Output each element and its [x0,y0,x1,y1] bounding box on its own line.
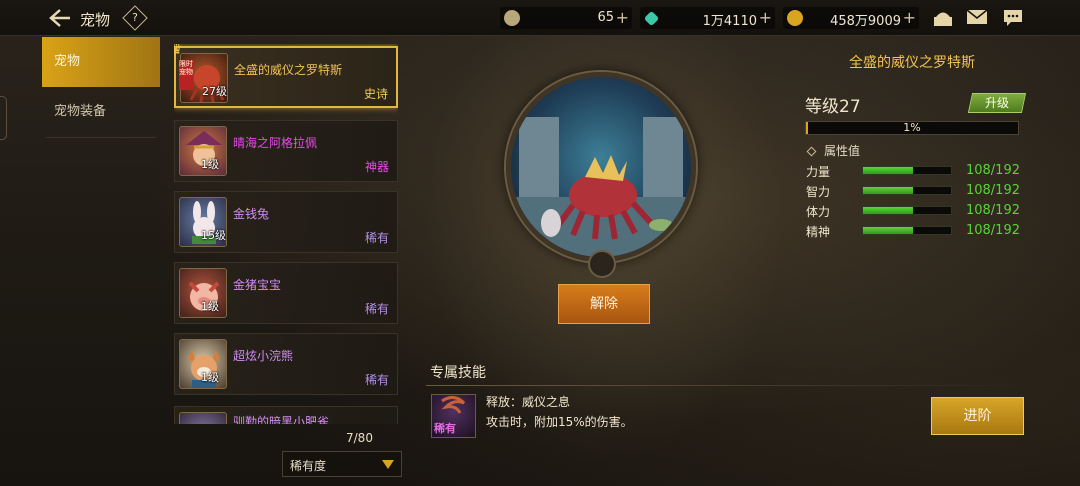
sort-dropdown[interactable]: 稀有度 [282,451,402,477]
attribute-value: 108/192 [965,163,1020,178]
pet-card[interactable]: 1级 晴海之阿格拉佩 神器 [174,120,398,182]
back-arrow-icon[interactable] [48,8,72,28]
resource-value: 65 [597,10,614,25]
pet-rarity: 稀有 [364,231,389,245]
add-coin-button[interactable]: + [903,8,916,27]
attribute-bar [862,226,952,235]
shop-icon[interactable] [932,8,954,28]
pet-card[interactable]: 1级 超炫小浣熊 稀有 [174,333,398,395]
pet-portrait [506,72,696,262]
gem-icon [643,10,660,27]
pet-rarity: 神器 [364,160,389,174]
attribute-bar [862,186,952,195]
resource-gold-coin: 65 + [500,7,632,29]
attribute-name: 智力 [806,185,831,199]
divider [426,385,1026,386]
resource-coin: 458万9009 + [783,7,919,29]
upgrade-button[interactable]: 升级 [967,93,1027,113]
add-gold-button[interactable]: + [616,8,629,27]
pet-list[interactable]: 限时宠物 27级 全盛的威仪之罗特斯 史诗 ♛ 1级 晴海之阿格拉佩 神器 15… [174,44,398,424]
attribute-fill [863,227,913,234]
pet-card[interactable]: 15级 金钱兔 稀有 [174,191,398,253]
skill-section-title: 专属技能 [430,365,486,381]
attribute-value: 108/192 [965,223,1020,238]
sort-label: 稀有度 [290,459,327,473]
attribute-name: 力量 [806,165,831,179]
emblem-icon [588,250,616,278]
limited-tag: 限时宠物 [179,60,193,90]
pet-name: 全盛的威仪之罗特斯 [234,63,343,77]
advance-button[interactable]: 进阶 [931,397,1024,435]
pet-rarity: 稀有 [364,302,389,316]
help-icon[interactable]: ? [122,5,148,31]
pet-name: 驯勤的暗黑小肥雀 [233,415,330,424]
release-button[interactable]: 解除 [558,284,650,324]
tab-divider [46,137,156,138]
pet-card[interactable]: 驯勤的暗黑小肥雀 [174,406,398,424]
side-drawer-handle[interactable] [0,96,7,140]
mail-icon[interactable] [966,8,988,28]
exp-text: 1% [903,121,921,134]
add-gem-button[interactable]: + [759,8,772,27]
tab-strip: 宠物 宠物装备 [42,37,160,138]
skill-description: 攻击时，附加15%的伤害。 [486,415,633,429]
selected-pet-name: 全盛的威仪之罗特斯 [849,55,975,71]
pet-level: 15级 [201,229,226,242]
pet-level-text: 等级27 [805,97,861,117]
pet-name: 金钱兔 [233,207,270,221]
resource-value: 1万4110 [702,14,757,29]
pet-name: 晴海之阿格拉佩 [233,136,318,150]
attribute-value: 108/192 [965,183,1020,198]
attribute-value: 108/192 [965,203,1020,218]
attribute-row: 智力 108/192 [806,182,1020,200]
attribute-row: 精神 108/192 [806,222,1020,240]
gold-coin-icon [504,10,520,26]
skill-name: 释放：威仪之息 [486,395,571,409]
attribute-bar [862,206,952,215]
resource-gem: 1万4110 + [640,7,775,29]
pet-rarity: 史诗 [363,87,388,101]
attribute-row: 力量 108/192 [806,162,1020,180]
pet-name: 金猪宝宝 [233,278,282,292]
tab-pet[interactable]: 宠物 [42,37,160,87]
skill-rarity-tag: 稀有 [434,422,456,435]
pet-name: 超炫小浣熊 [233,349,294,363]
attribute-name: 体力 [806,205,831,219]
pet-thumbnail [179,412,227,424]
attribute-fill [863,207,913,214]
attributes-header: 属性值 [806,142,860,159]
chat-icon[interactable] [1002,8,1024,28]
coin-icon [787,10,803,26]
attribute-row: 体力 108/192 [806,202,1020,220]
chevron-down-icon [382,460,394,469]
pet-level: 1级 [201,371,219,384]
pet-card-selected[interactable]: 限时宠物 27级 全盛的威仪之罗特斯 史诗 ♛ [174,44,398,108]
attribute-bar [862,166,952,175]
page-title: 宠物 [80,11,111,29]
pet-level: 1级 [201,158,219,171]
attribute-fill [863,167,913,174]
pet-count: 7/80 [346,431,373,445]
tab-pet-equipment[interactable]: 宠物装备 [42,87,160,137]
exp-progress-bar: 1% [805,121,1019,135]
top-bar: 宠物 ? 65 + 1万4110 + 458万9009 + [0,0,1080,36]
pet-level: 1级 [201,300,219,313]
pet-card[interactable]: 1级 金猪宝宝 稀有 [174,262,398,324]
pet-level: 27级 [202,85,227,98]
crown-icon: ♛ [174,44,183,58]
attribute-fill [863,187,913,194]
attribute-name: 精神 [806,225,831,239]
skill-icon[interactable]: 稀有 [431,394,476,438]
pet-rarity: 稀有 [364,373,389,387]
diamond-icon [806,146,817,157]
resource-value: 458万9009 [830,14,901,29]
